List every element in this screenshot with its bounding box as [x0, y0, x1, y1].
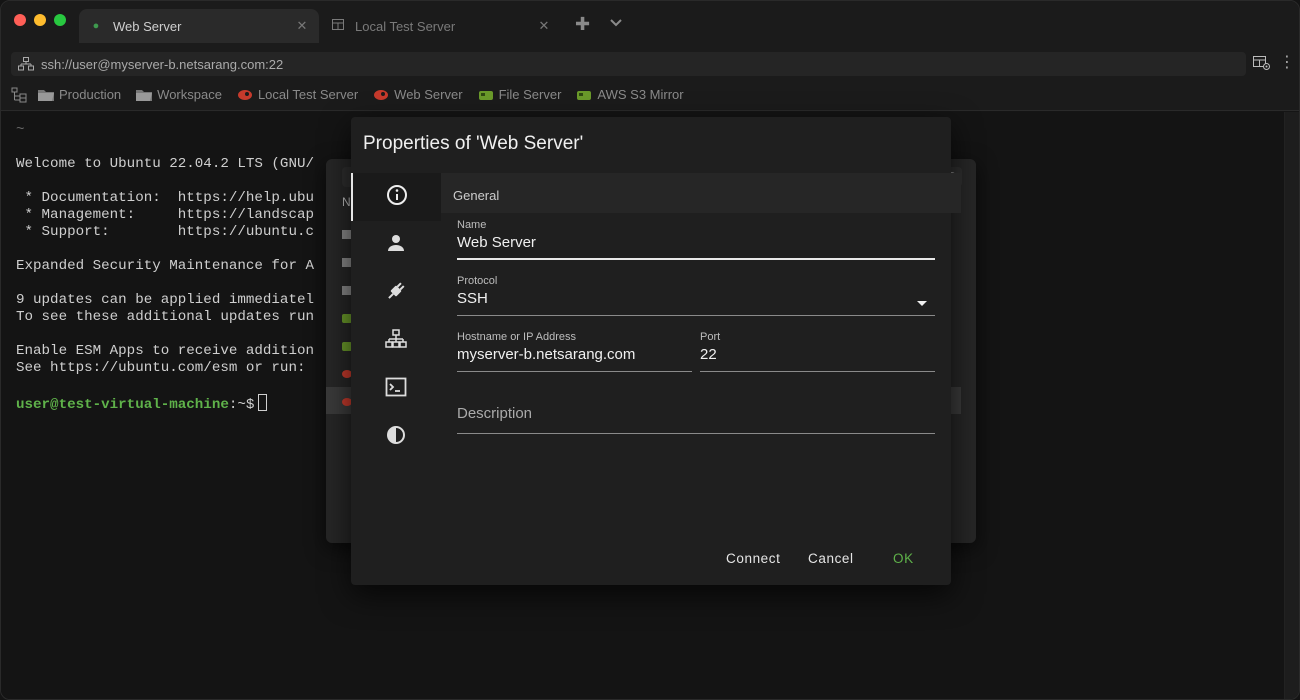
zoom-window-button[interactable]	[54, 14, 66, 26]
terminal-prompt: user@test-virtual-machine:~$	[16, 394, 268, 414]
cancel-button[interactable]: Cancel	[808, 551, 854, 566]
bookmark-file-server[interactable]: File Server	[477, 87, 562, 102]
terminal-line: * Support: https://ubuntu.c	[16, 224, 315, 240]
contrast-icon	[386, 425, 406, 450]
bookmark-label: Workspace	[157, 87, 222, 102]
port-value[interactable]: 22	[700, 346, 935, 363]
dropdown-arrow-icon[interactable]	[917, 301, 927, 306]
description-underline	[457, 433, 935, 434]
ubuntu-icon	[372, 88, 390, 102]
prompt-path: :~$	[228, 397, 255, 413]
bookmark-label: Web Server	[394, 87, 463, 102]
close-window-button[interactable]	[14, 14, 26, 26]
tab-close-icon[interactable]: ✕	[533, 18, 555, 34]
ubuntu-icon	[236, 88, 254, 102]
terminal-line: Expanded Security Maintenance for A	[16, 258, 314, 274]
linux-icon	[575, 88, 593, 102]
new-tab-plus-icon[interactable]: ✚	[575, 14, 590, 34]
network-icon	[385, 328, 407, 355]
more-vert-icon[interactable]: ⋮	[1279, 53, 1295, 73]
name-field[interactable]: Name Web Server	[457, 219, 935, 260]
terminal-line: ~	[16, 122, 25, 138]
address-input[interactable]: ssh://user@myserver-b.netsarang.com:22	[11, 52, 1246, 76]
bookmark-label: Production	[59, 87, 122, 102]
address-text: ssh://user@myserver-b.netsarang.com:22	[41, 56, 284, 72]
bookmark-label: Local Test Server	[257, 87, 359, 102]
network-icon	[11, 57, 41, 71]
sidebar-item-terminal[interactable]	[351, 365, 441, 413]
hostname-field[interactable]: Hostname or IP Address myserver-b.netsar…	[457, 331, 692, 372]
dialog-title: Properties of 'Web Server'	[363, 133, 584, 154]
connect-button[interactable]: Connect	[726, 551, 780, 566]
terminal-line: See https://ubuntu.com/esm or run:	[16, 360, 314, 376]
port-field[interactable]: Port 22	[700, 331, 935, 372]
sidebar-item-user[interactable]	[351, 221, 441, 269]
name-label: Name	[457, 219, 487, 231]
name-underline	[457, 258, 935, 260]
dialog-sidebar	[351, 173, 441, 473]
protocol-select[interactable]: Protocol SSH	[457, 275, 935, 316]
section-header-general: General	[441, 173, 961, 213]
grid-tab-icon	[327, 19, 349, 33]
description-placeholder: Description	[457, 405, 533, 422]
info-icon	[386, 184, 408, 211]
bookmark-label: AWS S3 Mirror	[597, 87, 684, 102]
bookmark-workspace[interactable]: Workspace	[135, 87, 222, 102]
terminal-line: * Management: https://landscap	[16, 207, 315, 223]
hostname-label: Hostname or IP Address	[457, 331, 577, 343]
folder-icon	[37, 88, 55, 102]
protocol-underline	[457, 315, 935, 316]
terminal-scrollbar[interactable]	[1284, 112, 1299, 699]
plug-icon	[385, 280, 407, 307]
sidebar-item-general[interactable]	[351, 173, 441, 221]
terminal-line: 9 updates can be applied immediatel	[16, 292, 314, 308]
address-bar: ssh://user@myserver-b.netsarang.com:22 ⋮	[1, 49, 1299, 79]
tab-label: Web Server	[113, 18, 182, 34]
name-value[interactable]: Web Server	[457, 234, 935, 251]
port-label: Port	[700, 331, 721, 343]
session-dot-icon: ●	[92, 20, 100, 32]
bookmark-aws-s3-mirror[interactable]: AWS S3 Mirror	[575, 87, 684, 102]
bookmark-label: File Server	[498, 87, 562, 102]
sidebar-item-network[interactable]	[351, 317, 441, 365]
properties-dialog: Properties of 'Web Server' General Name …	[351, 117, 961, 585]
tab-local-test-server[interactable]: Local Test Server ✕	[321, 9, 561, 43]
description-field[interactable]: Description	[457, 405, 935, 434]
tab-label: Local Test Server	[355, 18, 456, 34]
hostname-underline	[457, 371, 692, 372]
linux-icon	[477, 88, 495, 102]
ok-button[interactable]: OK	[893, 551, 914, 566]
terminal-line: To see these additional updates run	[16, 309, 314, 325]
bookmark-web-server[interactable]: Web Server	[372, 87, 463, 102]
terminal-cursor	[258, 394, 268, 411]
session-column-header: N	[342, 195, 351, 209]
protocol-value[interactable]: SSH	[457, 290, 935, 307]
title-bar: ● Web Server ✕ Local Test Server ✕ ✚	[1, 1, 1299, 49]
terminal-line: * Documentation: https://help.ubu	[16, 190, 315, 206]
port-underline	[700, 371, 935, 372]
app-window: ● Web Server ✕ Local Test Server ✕ ✚ ssh…	[0, 0, 1300, 700]
session-settings-icon[interactable]	[1253, 55, 1271, 71]
minimize-window-button[interactable]	[34, 14, 46, 26]
sidebar-item-appearance[interactable]	[351, 413, 441, 461]
terminal-line: Welcome to Ubuntu 22.04.2 LTS (GNU/	[16, 156, 314, 172]
sidebar-item-connection[interactable]	[351, 269, 441, 317]
bookmark-production[interactable]: Production	[37, 87, 121, 102]
protocol-label: Protocol	[457, 275, 498, 287]
folder-icon	[135, 88, 153, 102]
person-icon	[386, 233, 406, 258]
terminal-line: Enable ESM Apps to receive addition	[16, 343, 314, 359]
tab-web-server[interactable]: ● Web Server ✕	[79, 9, 319, 43]
session-tree-icon[interactable]	[11, 87, 27, 103]
terminal-icon	[385, 377, 407, 402]
chevron-down-icon[interactable]	[607, 14, 625, 32]
prompt-user: user@test-virtual-machine	[16, 397, 229, 413]
bookmark-local-test-server[interactable]: Local Test Server	[236, 87, 358, 102]
tab-close-icon[interactable]: ✕	[291, 18, 313, 34]
bookmarks-bar: Production Workspace Local Test Server W…	[1, 79, 1299, 111]
hostname-value[interactable]: myserver-b.netsarang.com	[457, 346, 692, 363]
